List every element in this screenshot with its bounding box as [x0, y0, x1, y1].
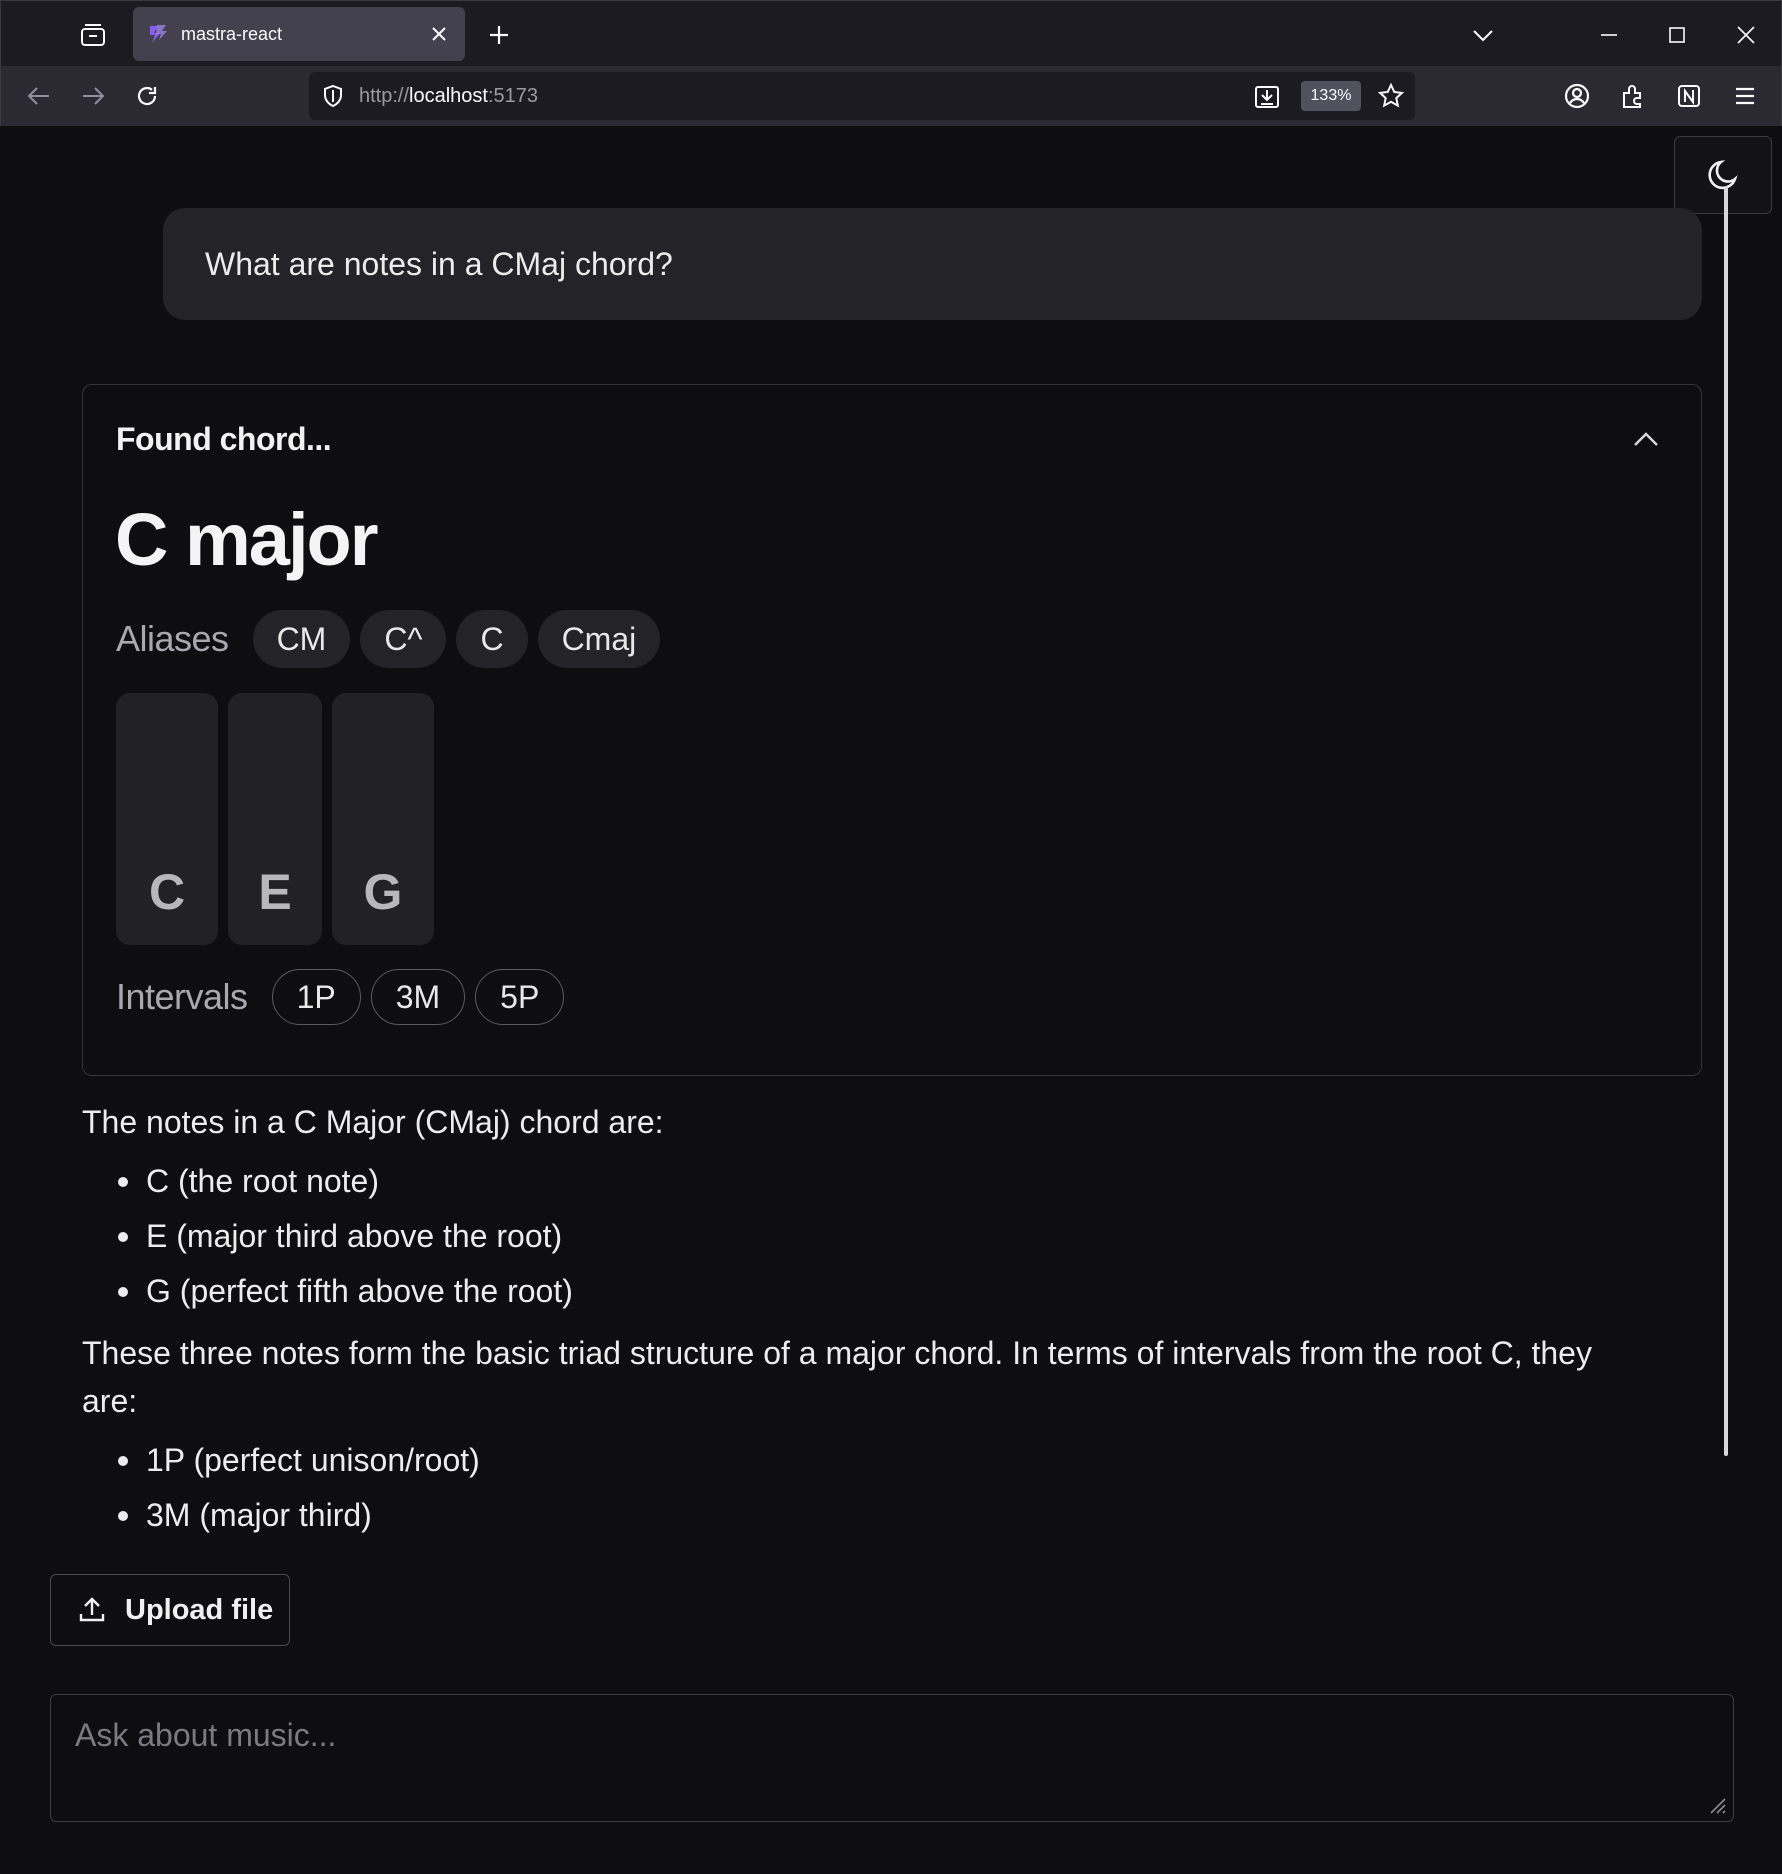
maximize-icon[interactable] — [1657, 15, 1697, 55]
scrollbar-thumb[interactable] — [1724, 186, 1728, 1456]
notes-list: C (the root note) E (major third above t… — [82, 1154, 1642, 1319]
minimize-icon[interactable] — [1589, 15, 1629, 55]
chevron-up-icon[interactable] — [1628, 421, 1664, 457]
theme-toggle-button[interactable] — [1674, 136, 1772, 214]
url-text[interactable]: http://localhost:5173 — [359, 85, 538, 108]
chat-input-box — [50, 1694, 1734, 1822]
menu-icon[interactable] — [1725, 76, 1765, 116]
interval-pill: 5P — [475, 969, 565, 1025]
chat-input[interactable] — [51, 1695, 1733, 1821]
extensions-icon[interactable] — [1613, 76, 1653, 116]
star-icon[interactable] — [1377, 82, 1405, 110]
piano-key[interactable]: C — [116, 693, 218, 945]
list-item: G (perfect fifth above the root) — [82, 1264, 1642, 1319]
aliases-row: Aliases CM C^ C Cmaj — [116, 610, 661, 668]
answer-paragraph: These three notes form the basic triad s… — [82, 1335, 1592, 1419]
upload-file-label: Upload file — [125, 1593, 274, 1626]
moon-icon — [1708, 160, 1738, 190]
piano-key[interactable]: G — [332, 693, 434, 945]
page-content: What are notes in a CMaj chord? Found ch… — [2, 126, 1780, 1874]
alias-pill: CM — [252, 610, 351, 668]
tab-title: mastra-react — [181, 23, 283, 44]
chevron-down-icon[interactable] — [1463, 15, 1503, 55]
upload-file-button[interactable]: Upload file — [50, 1574, 290, 1646]
answer-intro: The notes in a C Major (CMaj) chord are: — [82, 1104, 664, 1140]
intervals-row: Intervals 1P 3M 5P — [116, 969, 574, 1025]
aliases-label: Aliases — [116, 618, 229, 659]
piano-keys: C E G — [116, 693, 444, 945]
favicon-icon — [150, 25, 167, 43]
alias-pill: Cmaj — [537, 610, 661, 668]
interval-pill: 1P — [271, 969, 361, 1025]
list-item: 1P (perfect unison/root) — [82, 1433, 1642, 1488]
plus-icon[interactable] — [481, 17, 517, 53]
intervals-list: 1P (perfect unison/root) 3M (major third… — [82, 1433, 1642, 1543]
piano-key[interactable]: E — [228, 693, 322, 945]
list-item: 3M (major third) — [82, 1488, 1642, 1543]
intervals-label: Intervals — [116, 976, 248, 1017]
resize-grip-icon[interactable] — [1707, 1795, 1727, 1815]
chord-name: C major — [115, 498, 379, 581]
forward-icon[interactable] — [73, 76, 113, 116]
browser-tab[interactable]: mastra-react — [133, 7, 465, 61]
browser-nav-bar: http://localhost:5173 133% — [0, 66, 1782, 126]
notion-icon[interactable] — [1669, 76, 1709, 116]
alias-pill: C — [456, 610, 528, 668]
window-close-icon[interactable] — [1726, 15, 1766, 55]
card-heading: Found chord... — [116, 421, 332, 457]
list-item: E (major third above the root) — [82, 1209, 1642, 1264]
close-icon[interactable] — [427, 22, 451, 46]
alias-pill: C^ — [360, 610, 447, 668]
list-item: C (the root note) — [82, 1154, 1642, 1209]
chord-card: Found chord... C major Aliases CM C^ C C… — [82, 384, 1702, 1076]
download-icon[interactable] — [1253, 82, 1281, 110]
account-icon[interactable] — [1557, 76, 1597, 116]
shield-icon[interactable] — [321, 84, 345, 108]
zoom-level-badge[interactable]: 133% — [1301, 81, 1361, 111]
address-bar[interactable]: http://localhost:5173 133% — [309, 72, 1415, 120]
reload-icon[interactable] — [127, 76, 167, 116]
back-icon[interactable] — [19, 76, 59, 116]
upload-icon — [79, 1597, 105, 1622]
tab-list-icon[interactable] — [73, 17, 113, 53]
assistant-answer: The notes in a C Major (CMaj) chord are:… — [82, 1098, 1642, 1553]
user-message-bubble: What are notes in a CMaj chord? — [163, 208, 1702, 320]
browser-tab-bar: mastra-react — [0, 0, 1782, 66]
interval-pill: 3M — [370, 969, 466, 1025]
